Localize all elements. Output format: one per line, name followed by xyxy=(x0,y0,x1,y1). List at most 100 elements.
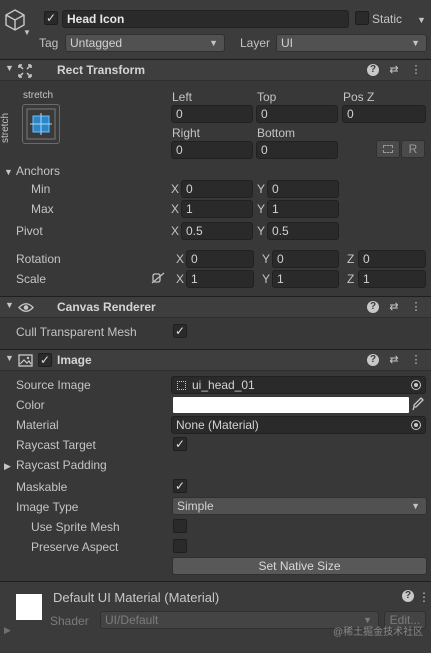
image-type-label: Image Type xyxy=(16,500,79,514)
left-input[interactable]: 0 xyxy=(171,105,253,123)
scale-x-input[interactable]: 1 xyxy=(186,270,254,288)
foldout-arrow-icon[interactable]: ▶ xyxy=(4,622,11,638)
rotation-x-input[interactable]: 0 xyxy=(186,250,254,268)
constrain-proportions-link-icon[interactable] xyxy=(151,272,165,284)
more-icon[interactable]: ⋮ xyxy=(418,589,430,605)
material-preview-thumbnail xyxy=(16,594,42,620)
static-checkbox[interactable] xyxy=(355,11,369,25)
set-native-size-button[interactable]: Set Native Size xyxy=(172,557,427,575)
min-label: Min xyxy=(31,182,51,196)
active-checkbox[interactable]: ✓ xyxy=(44,11,58,25)
canvas-renderer-header[interactable]: ▼ Canvas Renderer ? ⇄ ⋮ xyxy=(0,296,431,318)
color-swatch[interactable] xyxy=(173,397,409,413)
shader-value: UI/Default xyxy=(105,613,159,627)
source-image-label: Source Image xyxy=(16,378,91,392)
bottom-input[interactable]: 0 xyxy=(256,141,338,159)
min-y-axis-label: Y xyxy=(257,182,266,196)
scale-z-axis-label: Z xyxy=(347,272,355,286)
collapse-triangle-icon[interactable]: ▼ xyxy=(5,300,14,310)
stretch-side-label: stretch xyxy=(0,112,12,144)
more-icon[interactable]: ⋮ xyxy=(409,63,423,77)
help-icon[interactable]: ? xyxy=(367,301,379,313)
anchor-max-y-input[interactable]: 1 xyxy=(267,200,339,218)
use-sprite-mesh-label: Use Sprite Mesh xyxy=(31,520,120,534)
rotation-z-input[interactable]: 0 xyxy=(358,250,426,268)
raycast-padding-label[interactable]: Raycast Padding xyxy=(16,457,107,473)
image-type-dropdown[interactable]: Simple ▼ xyxy=(172,497,427,515)
raw-edit-button[interactable]: R xyxy=(401,140,425,158)
raycast-target-label: Raycast Target xyxy=(16,438,96,452)
shader-label: Shader xyxy=(50,614,89,628)
stretch-top-label: stretch xyxy=(23,90,54,101)
preset-icon[interactable]: ⇄ xyxy=(387,63,401,77)
tag-dropdown[interactable]: Untagged ▼ xyxy=(65,34,225,52)
scale-y-axis-label: Y xyxy=(262,272,271,286)
collapse-triangle-icon[interactable]: ▼ xyxy=(5,353,14,363)
posz-input[interactable]: 0 xyxy=(342,105,426,123)
material-field[interactable]: None (Material) xyxy=(171,416,426,434)
image-header[interactable]: ▼ ✓ Image ? ⇄ ⋮ xyxy=(0,349,431,371)
static-dropdown-arrow-icon[interactable]: ▼ xyxy=(417,12,426,28)
tag-label: Tag xyxy=(39,36,59,50)
object-picker-icon[interactable] xyxy=(411,380,421,390)
anchors-label[interactable]: Anchors xyxy=(16,163,60,179)
cull-transparent-mesh-checkbox[interactable]: ✓ xyxy=(173,324,187,338)
raycast-target-checkbox[interactable]: ✓ xyxy=(173,437,187,451)
anchors-foldout-icon[interactable]: ▼ xyxy=(4,164,13,180)
material-preview-panel: Default UI Material (Material) ? ⋮ ▶ Sha… xyxy=(0,582,431,653)
eyedropper-icon[interactable] xyxy=(412,397,424,411)
top-input[interactable]: 0 xyxy=(256,105,338,123)
source-image-field[interactable]: ui_head_01 xyxy=(171,376,426,394)
scale-z-input[interactable]: 1 xyxy=(358,270,426,288)
anchor-min-x-input[interactable]: 0 xyxy=(181,180,253,198)
scale-x-axis-label: X xyxy=(176,272,185,286)
rot-x-axis-label: X xyxy=(176,252,185,266)
source-image-value: ui_head_01 xyxy=(192,378,255,392)
cull-transparent-mesh-label: Cull Transparent Mesh xyxy=(16,325,137,339)
preset-icon[interactable]: ⇄ xyxy=(387,300,401,314)
layer-dropdown[interactable]: UI ▼ xyxy=(276,34,427,52)
bottom-label: Bottom xyxy=(257,126,296,140)
more-icon[interactable]: ⋮ xyxy=(409,300,423,314)
pivot-y-input[interactable]: 0.5 xyxy=(267,222,339,240)
preserve-aspect-label: Preserve Aspect xyxy=(31,540,119,554)
preserve-aspect-checkbox[interactable] xyxy=(173,539,187,553)
image-component-icon xyxy=(18,354,33,367)
rotation-y-input[interactable]: 0 xyxy=(272,250,339,268)
collapse-triangle-icon[interactable]: ▼ xyxy=(5,63,14,73)
scale-y-input[interactable]: 1 xyxy=(272,270,339,288)
use-sprite-mesh-checkbox[interactable] xyxy=(173,519,187,533)
top-label: Top xyxy=(257,90,277,104)
max-y-axis-label: Y xyxy=(257,202,266,216)
anchor-max-x-input[interactable]: 1 xyxy=(181,200,253,218)
left-label: Left xyxy=(172,90,193,104)
canvas-renderer-title: Canvas Renderer xyxy=(57,300,156,314)
blueprint-mode-button[interactable] xyxy=(376,140,400,158)
scale-label: Scale xyxy=(16,272,47,286)
preset-icon[interactable]: ⇄ xyxy=(387,353,401,367)
dropdown-arrow-icon: ▼ xyxy=(209,38,218,48)
material-value: None (Material) xyxy=(176,418,259,432)
maskable-checkbox[interactable]: ✓ xyxy=(173,479,187,493)
help-icon[interactable]: ? xyxy=(367,354,379,366)
right-input[interactable]: 0 xyxy=(171,141,253,159)
help-icon[interactable]: ? xyxy=(367,64,379,76)
blueprint-icon xyxy=(383,145,393,153)
eye-icon xyxy=(18,303,34,312)
image-enabled-checkbox[interactable]: ✓ xyxy=(38,353,52,367)
chevron-down-icon[interactable]: ▼ xyxy=(23,25,31,41)
more-icon[interactable]: ⋮ xyxy=(409,353,423,367)
anchor-min-y-input[interactable]: 0 xyxy=(267,180,339,198)
pivot-x-input[interactable]: 0.5 xyxy=(181,222,253,240)
dropdown-arrow-icon: ▼ xyxy=(411,38,420,48)
anchor-preset-button[interactable] xyxy=(22,104,60,144)
rect-transform-title: Rect Transform xyxy=(57,63,146,77)
rect-transform-header[interactable]: ▼ Rect Transform ? ⇄ ⋮ xyxy=(0,59,431,81)
static-label: Static xyxy=(372,12,403,26)
object-name-input[interactable]: Head Icon xyxy=(62,10,349,28)
help-icon[interactable]: ? xyxy=(402,590,414,602)
raycast-padding-foldout-icon[interactable]: ▶ xyxy=(4,458,11,474)
tag-value: Untagged xyxy=(70,36,123,50)
material-title: Default UI Material (Material) xyxy=(53,590,220,605)
object-picker-icon[interactable] xyxy=(411,420,421,430)
